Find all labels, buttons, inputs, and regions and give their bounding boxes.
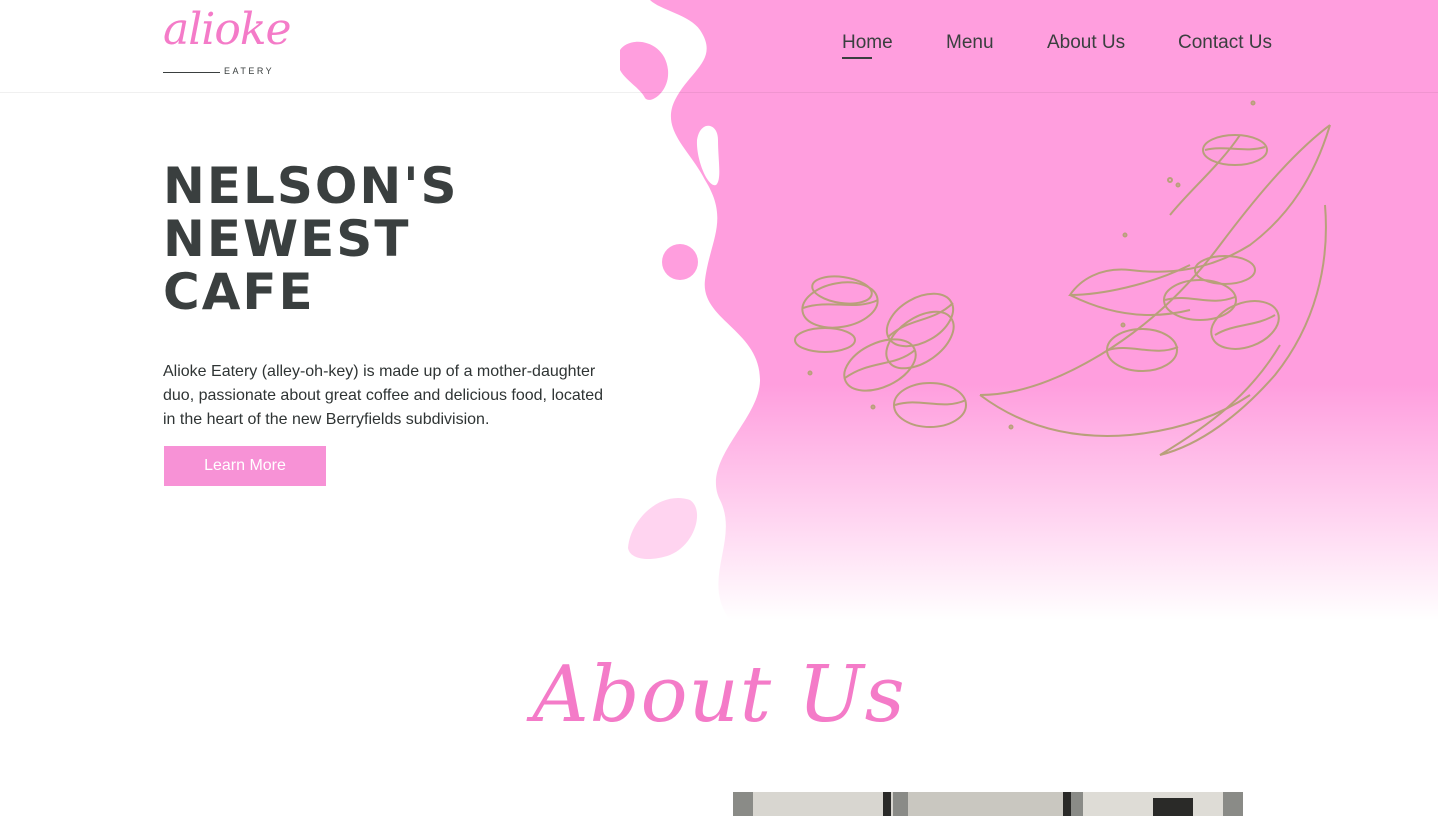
hero-title-line: NEWEST (163, 210, 411, 268)
about-photo (733, 792, 1243, 816)
nav-contact-us[interactable]: Contact Us (1178, 32, 1272, 54)
hero-title: NELSON'S NEWEST CAFE (163, 160, 459, 319)
main-nav: Home Menu About Us Contact Us (0, 32, 1438, 62)
nav-about-us[interactable]: About Us (1047, 32, 1125, 54)
hero-title-line: CAFE (163, 263, 315, 321)
hero-description: Alioke Eatery (alley-oh-key) is made up … (163, 363, 604, 428)
logo-tagline: EATERY (224, 66, 275, 76)
nav-home[interactable]: Home (842, 32, 893, 59)
coffee-beans-leaves-icon (770, 95, 1340, 475)
logo-divider (163, 72, 220, 73)
nav-menu[interactable]: Menu (946, 32, 994, 54)
site-header: alioke EATERY Home Menu About Us Contact… (0, 0, 1438, 92)
hero-title-line: NELSON'S (163, 157, 459, 215)
about-heading: About Us (532, 650, 906, 740)
learn-more-button[interactable]: Learn More (164, 446, 326, 486)
